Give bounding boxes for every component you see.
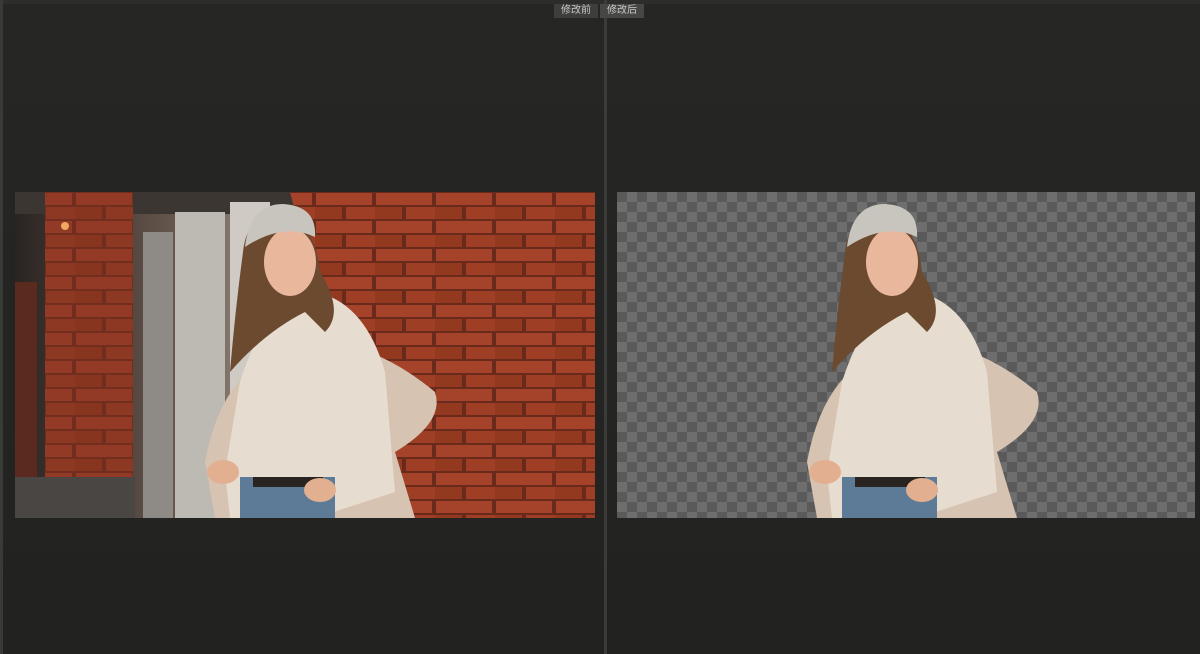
before-photo-svg [15,192,595,518]
tab-before[interactable]: 修改前 [554,4,598,18]
photo-before-icon [15,192,595,518]
after-photo-svg [807,204,1039,518]
compare-tabs: 修改前 修改后 [554,4,644,18]
comparison-editor: 修改前 修改后 [0,0,1200,654]
tab-after[interactable]: 修改后 [600,4,644,18]
photo-cutout-icon [617,192,1195,518]
split-divider[interactable] [604,0,607,654]
